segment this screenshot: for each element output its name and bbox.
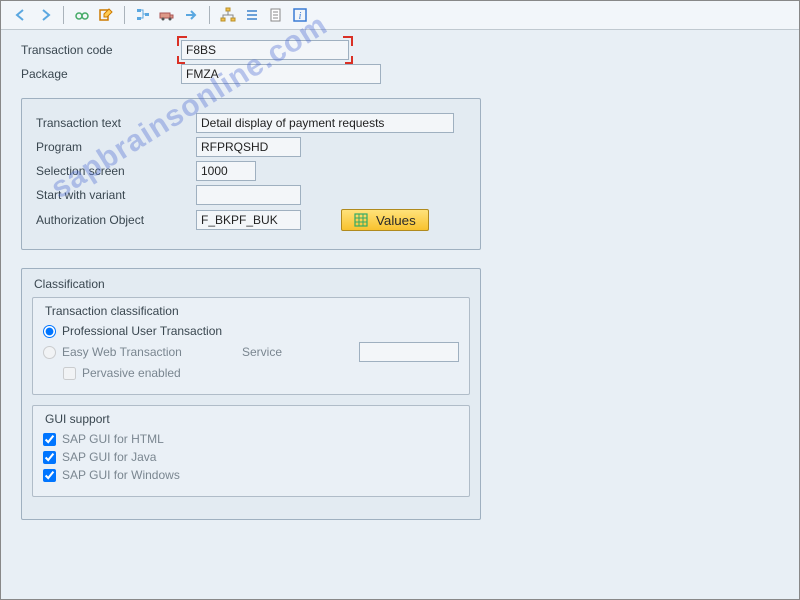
gui-support-title: GUI support — [45, 412, 459, 426]
package-input[interactable] — [181, 64, 381, 84]
hierarchy-icon[interactable] — [218, 5, 238, 25]
details-panel: Transaction text Program Selection scree… — [21, 98, 481, 250]
document-icon[interactable] — [266, 5, 286, 25]
check-gui-windows-label: SAP GUI for Windows — [62, 468, 180, 482]
gui-support-group: GUI support SAP GUI for HTML SAP GUI for… — [32, 405, 470, 497]
transaction-code-highlight — [181, 40, 349, 60]
back-icon[interactable] — [11, 5, 31, 25]
glasses-icon[interactable] — [72, 5, 92, 25]
toolbar: i — [1, 1, 799, 30]
start-variant-input[interactable] — [196, 185, 301, 205]
auth-object-label: Authorization Object — [36, 213, 196, 227]
table-icon — [354, 213, 368, 227]
check-pervasive-label: Pervasive enabled — [82, 366, 181, 380]
values-button-label: Values — [376, 213, 416, 228]
values-button[interactable]: Values — [341, 209, 429, 231]
navigate-icon[interactable] — [181, 5, 201, 25]
start-variant-label: Start with variant — [36, 188, 196, 202]
check-gui-windows[interactable] — [43, 469, 56, 482]
service-label: Service — [242, 345, 282, 359]
transaction-classification-title: Transaction classification — [45, 304, 459, 318]
package-label: Package — [21, 67, 181, 81]
auth-object-input[interactable] — [196, 210, 301, 230]
program-label: Program — [36, 140, 196, 154]
radio-easy-web-label: Easy Web Transaction — [62, 345, 232, 359]
transport-icon[interactable] — [157, 5, 177, 25]
tree-icon[interactable] — [133, 5, 153, 25]
check-gui-java-label: SAP GUI for Java — [62, 450, 156, 464]
classification-title: Classification — [34, 277, 470, 291]
program-input[interactable] — [196, 137, 301, 157]
radio-professional[interactable] — [43, 325, 56, 338]
transaction-classification-group: Transaction classification Professional … — [32, 297, 470, 395]
check-gui-html[interactable] — [43, 433, 56, 446]
radio-professional-label: Professional User Transaction — [62, 324, 222, 338]
service-input[interactable] — [359, 342, 459, 362]
forward-icon[interactable] — [35, 5, 55, 25]
check-gui-java[interactable] — [43, 451, 56, 464]
selection-screen-input[interactable] — [196, 161, 256, 181]
check-pervasive — [63, 367, 76, 380]
radio-easy-web — [43, 346, 56, 359]
stack-icon[interactable] — [242, 5, 262, 25]
transaction-code-input[interactable] — [181, 40, 349, 60]
svg-text:i: i — [299, 11, 302, 22]
display-change-icon[interactable] — [96, 5, 116, 25]
selection-screen-label: Selection screen — [36, 164, 196, 178]
classification-panel: Classification Transaction classificatio… — [21, 268, 481, 520]
transaction-code-label: Transaction code — [21, 43, 181, 57]
content-area: Transaction code Package Transaction tex… — [1, 30, 799, 530]
transaction-text-label: Transaction text — [36, 116, 196, 130]
info-icon[interactable]: i — [290, 5, 310, 25]
transaction-text-input[interactable] — [196, 113, 454, 133]
check-gui-html-label: SAP GUI for HTML — [62, 432, 164, 446]
